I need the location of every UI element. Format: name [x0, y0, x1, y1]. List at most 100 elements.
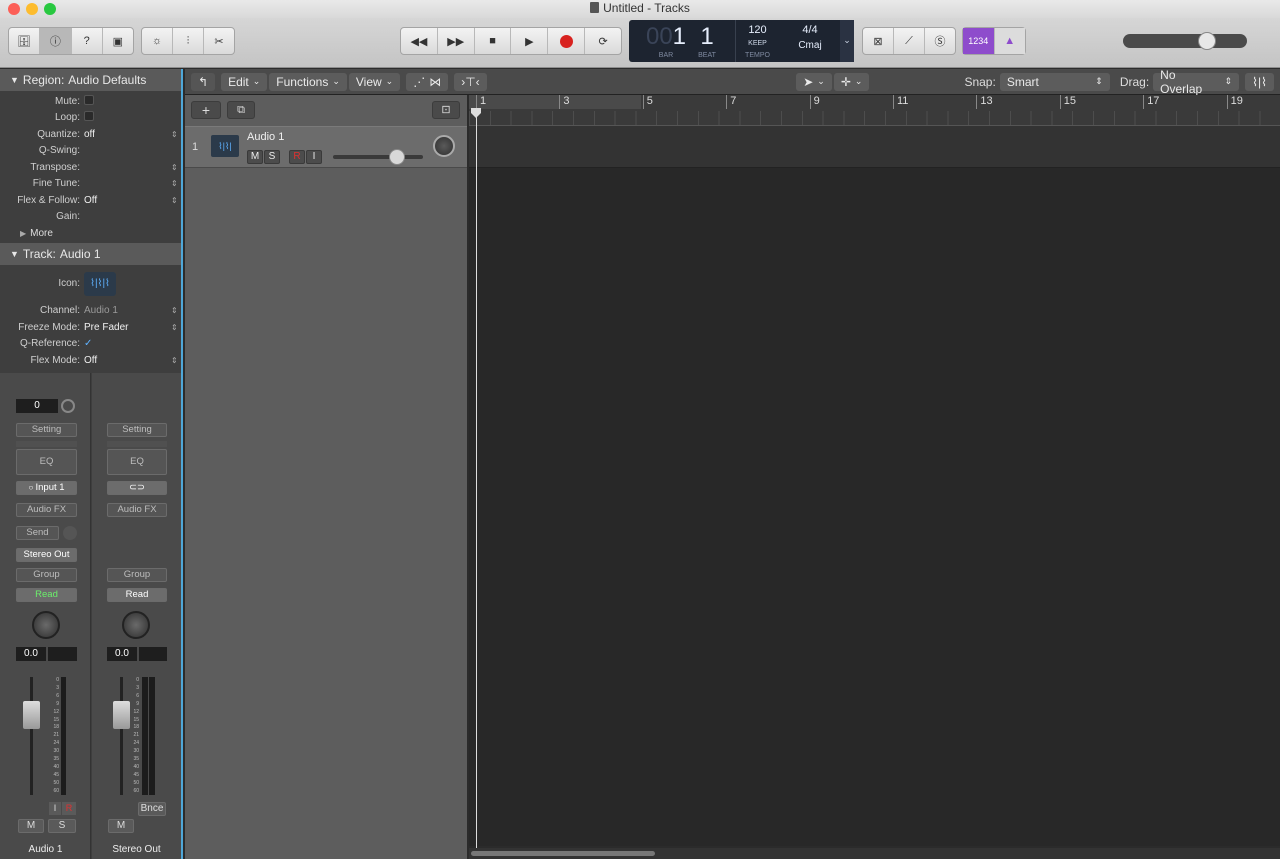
track-inspector-header[interactable]: ▼ Track: Audio 1 — [0, 242, 181, 265]
gain-knob[interactable] — [61, 399, 75, 413]
track-pan-knob[interactable] — [433, 135, 455, 157]
view-menu[interactable]: View ⌄ — [348, 72, 401, 91]
flex-follow-row[interactable]: Flex & Follow: Off ⇕ — [0, 192, 181, 209]
volume-fader[interactable] — [113, 701, 130, 729]
secondary-tool-menu[interactable]: ✛ ⌄ — [833, 72, 870, 91]
finetune-row[interactable]: Fine Tune: ⇕ — [0, 176, 181, 193]
catch-button[interactable]: ›⊤‹ — [454, 72, 487, 91]
record-enable-button[interactable]: R — [62, 802, 76, 815]
scroll-thumb[interactable] — [471, 851, 655, 856]
send-slot[interactable]: Send — [16, 526, 59, 540]
transpose-row[interactable]: Transpose: ⇕ — [0, 159, 181, 176]
eq-button[interactable]: EQ — [107, 449, 167, 475]
track-mute-button[interactable]: M — [247, 150, 263, 164]
gain-display[interactable]: 0 — [16, 399, 58, 413]
tempo-cell[interactable]: 120 KEEP TEMPO — [735, 20, 779, 62]
quantize-row[interactable]: Quantize: off ⇕ — [0, 126, 181, 143]
master-volume-slider[interactable] — [1123, 34, 1247, 48]
track-solo-button[interactable]: S — [264, 150, 280, 164]
playhead[interactable] — [476, 108, 477, 848]
track-record-button[interactable]: R — [289, 150, 305, 164]
count-in-button[interactable]: 1234 — [963, 28, 995, 54]
tuner-button[interactable]: ⟋ — [894, 28, 925, 54]
track-header-audio1[interactable]: 1 ⌇|⌇| Audio 1 M S R I — [185, 126, 467, 168]
inspector-button[interactable]: ⓘ — [40, 28, 72, 54]
freeze-mode-value[interactable]: Pre Fader — [84, 322, 171, 333]
audio-fx-slot[interactable]: Audio FX — [16, 503, 77, 517]
track-volume-thumb[interactable] — [389, 149, 405, 165]
replace-button[interactable]: ⊠ — [863, 28, 894, 54]
global-tracks-button[interactable]: ⊡ — [432, 101, 460, 119]
setting-button[interactable]: Setting — [16, 423, 77, 437]
automation-mode-button[interactable]: Read — [16, 588, 77, 602]
solo-button[interactable]: S — [48, 819, 76, 833]
volume-fader[interactable] — [23, 701, 40, 729]
q-reference-row[interactable]: Q-Reference: ✓ — [0, 336, 181, 353]
library-button[interactable]: 🗄 — [9, 28, 41, 54]
pan-knob[interactable] — [32, 611, 60, 639]
eq-button[interactable]: EQ — [16, 449, 77, 475]
track-name[interactable]: Audio 1 — [247, 131, 284, 143]
forward-button[interactable]: ▶▶ — [438, 28, 475, 54]
lcd-display[interactable]: 001 BAR 1 BEAT 120 KEEP TEMPO 4/4 Cmaj ⌄ — [629, 20, 854, 62]
pointer-tool-menu[interactable]: ➤ ⌄ — [796, 72, 832, 91]
close-window-button[interactable] — [8, 3, 20, 15]
quantize-value[interactable]: off — [84, 129, 171, 140]
automation-mode-button[interactable]: Read — [107, 588, 167, 602]
edit-menu[interactable]: Edit ⌄ — [221, 72, 268, 91]
mute-checkbox[interactable] — [84, 94, 94, 105]
output-button[interactable]: Stereo Out — [16, 548, 77, 562]
functions-menu[interactable]: Functions ⌄ — [269, 72, 347, 91]
mixer-button[interactable]: ⫶ — [173, 28, 204, 54]
rewind-button[interactable]: ◀◀ — [401, 28, 438, 54]
track-input-monitor-button[interactable]: I — [306, 150, 322, 164]
track-volume-slider[interactable] — [333, 155, 423, 159]
cycle-area[interactable] — [469, 95, 641, 109]
duplicate-track-button[interactable]: ⧉ — [227, 101, 255, 119]
drag-menu[interactable]: No Overlap ⇕ — [1153, 68, 1240, 96]
zoom-window-button[interactable] — [44, 3, 56, 15]
stop-button[interactable]: ■ — [475, 28, 512, 54]
smart-controls-button[interactable]: ☼ — [142, 28, 173, 54]
cycle-button[interactable]: ⟳ — [585, 28, 621, 54]
bounce-button[interactable]: Bnce — [138, 802, 166, 816]
toolbar-button[interactable]: ▣ — [103, 28, 133, 54]
signature-cell[interactable]: 4/4 Cmaj — [785, 20, 835, 62]
horizontal-scrollbar[interactable] — [469, 848, 1280, 859]
quick-help-button[interactable]: ? — [72, 28, 103, 54]
channel-name[interactable]: Stereo Out — [92, 841, 181, 859]
add-track-button[interactable]: + — [191, 101, 221, 119]
freeze-mode-row[interactable]: Freeze Mode: Pre Fader ⇕ — [0, 319, 181, 336]
play-button[interactable]: ▶ — [511, 28, 549, 54]
waveform-icon[interactable]: ⌇|⌇|⌇ — [84, 271, 116, 296]
region-inspector-header[interactable]: ▼ Region: Audio Defaults — [0, 69, 181, 91]
flex-mode-value[interactable]: Off — [84, 355, 171, 366]
more-row[interactable]: ▶ More — [0, 225, 181, 242]
channel-name[interactable]: Audio 1 — [0, 841, 91, 859]
setting-button[interactable]: Setting — [107, 423, 167, 437]
input-button[interactable]: ○ Input 1 — [16, 481, 77, 495]
record-button[interactable] — [548, 28, 586, 54]
automation-button[interactable]: ⋰ ⋈ — [406, 72, 449, 91]
flex-mode-row[interactable]: Flex Mode: Off ⇕ — [0, 352, 181, 369]
back-button[interactable]: ↰ — [191, 72, 216, 91]
bar-ruler[interactable]: 1 3 5 7 9 11 13 15 17 19 — [469, 95, 1280, 126]
q-reference-checkbox[interactable]: ✓ — [84, 338, 181, 349]
lcd-menu-button[interactable]: ⌄ — [840, 20, 854, 62]
mute-button[interactable]: M — [108, 819, 134, 833]
group-button[interactable]: Group — [16, 568, 77, 582]
stereo-link-button[interactable]: ⊂⊃ — [107, 481, 167, 495]
solo-button[interactable]: Ⓢ — [925, 28, 955, 54]
editors-button[interactable]: ✂ — [204, 28, 234, 54]
input-monitor-button[interactable]: I — [49, 802, 61, 815]
metronome-button[interactable]: ▲ — [994, 28, 1025, 54]
pan-knob[interactable] — [122, 611, 150, 639]
send-level-knob[interactable] — [63, 526, 77, 540]
master-volume-knob[interactable] — [1198, 32, 1216, 50]
tracks-workspace[interactable] — [469, 126, 1280, 846]
audio-fx-slot[interactable]: Audio FX — [107, 503, 167, 517]
snap-menu[interactable]: Smart ⇕ — [999, 72, 1110, 91]
track-lane-audio1[interactable] — [469, 126, 1280, 168]
flex-follow-value[interactable]: Off — [84, 195, 171, 206]
mute-button[interactable]: M — [18, 819, 44, 833]
